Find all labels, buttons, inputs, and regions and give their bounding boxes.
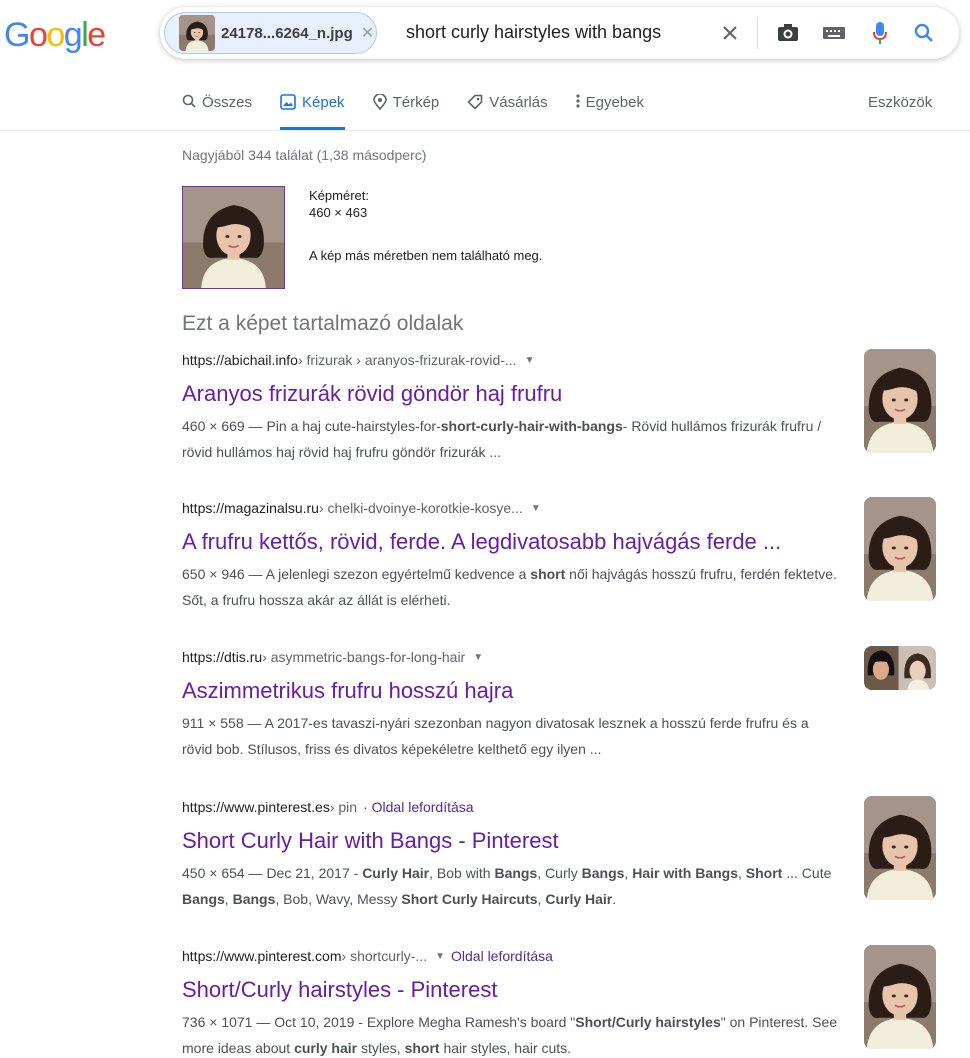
result-domain: https://abichail.info — [182, 352, 298, 368]
more-vert-icon — [576, 94, 580, 108]
search-divider — [757, 17, 758, 49]
result-path: › frizurak › aranyos-frizurak-rovid-... — [297, 352, 517, 368]
tab-images[interactable]: Képek — [280, 92, 345, 130]
other-sizes-note: A kép más méretben nem található meg. — [309, 248, 543, 263]
google-logo[interactable]: Google — [4, 16, 106, 55]
search-box[interactable]: 24178...6264_n.jpg ✕ short curly hairsty… — [160, 7, 959, 59]
result-snippet: 650 × 946 — A jelenlegi szezon egyértelm… — [182, 566, 837, 608]
logo-letter: g — [63, 16, 83, 54]
image-icon — [280, 94, 296, 110]
tab-label: Vásárlás — [489, 94, 548, 111]
caret-down-icon[interactable]: ▼ — [473, 652, 483, 663]
logo-letter: e — [87, 16, 106, 54]
translate-link[interactable]: Oldal lefordítása — [451, 948, 553, 964]
tab-label: Összes — [202, 94, 253, 111]
chip-close-icon[interactable]: ✕ — [361, 23, 374, 43]
result-thumbnail[interactable] — [864, 497, 936, 601]
logo-letter: G — [4, 16, 30, 54]
tab-label: Képek — [302, 94, 345, 111]
search-icon[interactable] — [912, 21, 936, 45]
header-divider — [0, 130, 970, 131]
tab-shopping[interactable]: Vásárlás — [467, 92, 548, 130]
microphone-icon[interactable] — [868, 21, 892, 45]
search-input[interactable]: short curly hairstyles with bangs — [406, 22, 661, 43]
search-result: https://magazinalsu.ru › chelki-dvoinye-… — [182, 498, 842, 613]
result-snippet: 450 × 654 — Dec 21, 2017 - Curly Hair, B… — [182, 865, 832, 907]
result-url[interactable]: https://abichail.info › frizurak › arany… — [182, 350, 842, 370]
tools-button[interactable]: Eszközök — [868, 94, 932, 111]
logo-letter: o — [28, 16, 48, 54]
caret-down-icon[interactable]: ▼ — [525, 355, 535, 366]
result-domain: https://magazinalsu.ru — [182, 500, 319, 516]
translate-link[interactable]: · Oldal lefordítása — [363, 799, 474, 815]
result-path: › pin — [329, 799, 358, 815]
search-icon — [182, 94, 196, 108]
tab-label: Egyebek — [585, 94, 644, 111]
result-title[interactable]: Aranyos frizurák rövid göndör haj frufru — [182, 380, 842, 408]
result-domain: https://dtis.ru — [182, 649, 263, 665]
chip-filename: 24178...6264_n.jpg — [221, 24, 353, 42]
tab-maps[interactable]: Térkép — [372, 92, 440, 130]
search-result: https://www.pinterest.es › pin · Oldal le… — [182, 797, 842, 912]
search-result: https://www.pinterest.com › shortcurly-.… — [182, 946, 842, 1058]
keyboard-icon[interactable] — [822, 21, 846, 45]
result-title[interactable]: A frufru kettős, rövid, ferde. A legdiva… — [182, 528, 842, 556]
logo-letter: o — [46, 16, 65, 54]
tab-label: Térkép — [392, 94, 440, 111]
result-thumbnail[interactable] — [864, 349, 936, 453]
tab-all[interactable]: Összes — [182, 92, 252, 130]
result-snippet: 736 × 1071 — Oct 10, 2019 - Explore Megh… — [182, 1014, 838, 1056]
result-domain: https://www.pinterest.es — [182, 799, 330, 815]
clear-icon[interactable] — [718, 21, 742, 45]
result-path: › shortcurly-... — [341, 948, 428, 964]
search-result: https://abichail.info › frizurak › arany… — [182, 350, 842, 465]
tab-more[interactable]: Egyebek — [576, 92, 644, 130]
image-size-value: 460 × 463 — [309, 205, 368, 220]
caret-down-icon[interactable]: ▼ — [435, 951, 445, 962]
result-url[interactable]: https://www.pinterest.com › shortcurly-.… — [182, 946, 842, 966]
result-domain: https://www.pinterest.com — [182, 948, 342, 964]
result-thumbnail[interactable] — [864, 945, 936, 1049]
result-url[interactable]: https://www.pinterest.es › pin · Oldal le… — [182, 797, 842, 817]
tag-icon — [467, 94, 483, 110]
caret-down-icon[interactable]: ▼ — [531, 503, 541, 514]
image-size-info: Képméret: 460 × 463 — [309, 187, 369, 221]
chip-thumbnail — [179, 15, 215, 51]
result-path: › chelki-dvoinye-korotkie-kosye... — [318, 500, 523, 516]
result-title[interactable]: Short/Curly hairstyles - Pinterest — [182, 976, 842, 1004]
result-snippet: 460 × 669 — Pin a haj cute-hairstyles-fo… — [182, 418, 822, 460]
result-url[interactable]: https://dtis.ru › asymmetric-bangs-for-l… — [182, 647, 842, 667]
result-url[interactable]: https://magazinalsu.ru › chelki-dvoinye-… — [182, 498, 842, 518]
search-result: https://dtis.ru › asymmetric-bangs-for-l… — [182, 647, 842, 762]
result-title[interactable]: Aszimmetrikus frufru hosszú hajra — [182, 677, 842, 705]
result-thumbnail[interactable] — [864, 796, 936, 900]
result-snippet: 911 × 558 — A 2017-es tavaszi-nyári szez… — [182, 715, 809, 757]
result-thumbnail[interactable] — [864, 646, 936, 690]
search-tabs: Összes Képek Térkép Vásárlás Egyebek — [182, 92, 672, 130]
result-title[interactable]: Short Curly Hair with Bangs - Pinterest — [182, 827, 842, 855]
image-query-chip[interactable]: 24178...6264_n.jpg ✕ — [164, 12, 377, 54]
query-image[interactable] — [182, 186, 285, 289]
result-stats: Nagyjából 344 találat (1,38 másodperc) — [182, 147, 427, 163]
result-path: › asymmetric-bangs-for-long-hair — [262, 649, 466, 665]
image-size-label: Képméret: — [309, 188, 369, 203]
camera-icon[interactable] — [776, 21, 800, 45]
map-pin-icon — [372, 94, 387, 110]
section-title: Ezt a képet tartalmazó oldalak — [182, 312, 464, 335]
